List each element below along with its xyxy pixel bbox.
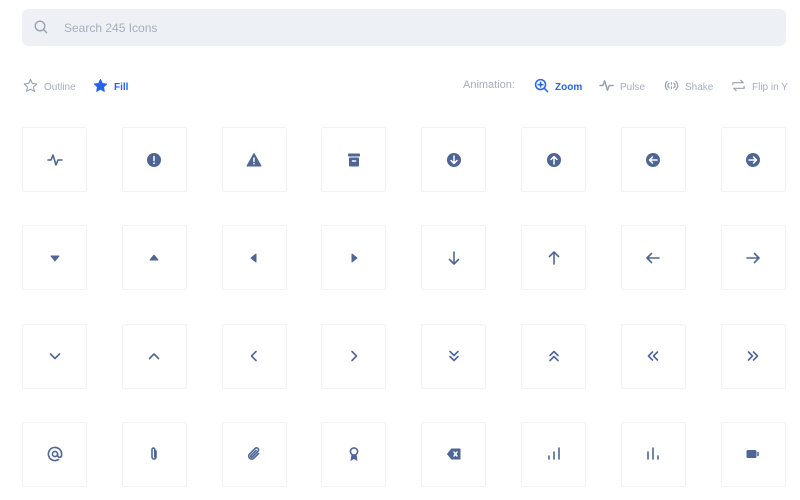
style-option-fill[interactable]: Fill (93, 78, 128, 96)
icon-tile-chevron-up[interactable] (122, 324, 187, 389)
icon-tile-chevrons-right[interactable] (721, 324, 786, 389)
arrow-left-fill-icon (246, 250, 262, 266)
icon-tile-arrow-left-fill[interactable] (222, 225, 287, 290)
activity-icon (599, 78, 614, 96)
icon-tile-award[interactable] (321, 422, 386, 487)
award-icon (346, 446, 362, 462)
flip-icon (731, 78, 746, 96)
arrow-left-icon (645, 250, 661, 266)
zoom-in-icon (534, 78, 549, 96)
animation-option-pulse[interactable]: Pulse (599, 78, 645, 96)
icon-tile-activity[interactable] (22, 127, 87, 192)
archive-icon (346, 152, 362, 168)
icon-tile-arrow-circle-down[interactable] (421, 127, 486, 192)
icon-tile-arrow-up-fill[interactable] (122, 225, 187, 290)
chevron-left-icon (246, 348, 262, 364)
video-icon (745, 446, 761, 462)
arrow-down-icon (446, 250, 462, 266)
arrow-circle-down-icon (446, 152, 462, 168)
icon-tile-alert-triangle[interactable] (222, 127, 287, 192)
arrow-down-fill-icon (47, 250, 63, 266)
arrow-circle-right-icon (745, 152, 761, 168)
icon-tile-chevrons-left[interactable] (621, 324, 686, 389)
icon-tile-archive[interactable] (321, 127, 386, 192)
star-outline-icon (23, 78, 38, 96)
icon-tile-arrow-circle-up[interactable] (521, 127, 586, 192)
arrow-right-icon (745, 250, 761, 266)
chevron-up-icon (146, 348, 162, 364)
icon-tile-video[interactable] (721, 422, 786, 487)
chevron-down-icon (47, 348, 63, 364)
icon-tile-arrow-right-fill[interactable] (321, 225, 386, 290)
icon-tile-chevron-down[interactable] (22, 324, 87, 389)
icon-tile-arrow-circle-right[interactable] (721, 127, 786, 192)
icon-tile-arrow-right[interactable] (721, 225, 786, 290)
animation-option-flip-in-y[interactable]: Flip in Y (731, 78, 788, 96)
chevron-right-icon (346, 348, 362, 364)
animation-option-label: Zoom (555, 82, 582, 93)
bar-chart-icon (546, 446, 562, 462)
search-icon (34, 20, 48, 34)
icon-tile-attach[interactable] (122, 422, 187, 487)
activity-icon (47, 152, 63, 168)
icon-tile-alert-circle[interactable] (122, 127, 187, 192)
chevrons-down-icon (446, 348, 462, 364)
arrow-circle-left-icon (645, 152, 661, 168)
search-input[interactable] (64, 9, 764, 46)
search-bar[interactable] (22, 9, 786, 46)
animation-option-label: Pulse (620, 82, 645, 93)
icon-tile-chevrons-down[interactable] (421, 324, 486, 389)
animation-label: Animation: (463, 79, 515, 91)
arrow-up-fill-icon (146, 250, 162, 266)
chevrons-right-icon (745, 348, 761, 364)
icon-tile-chevron-left[interactable] (222, 324, 287, 389)
shake-icon (664, 78, 679, 96)
animation-option-label: Flip in Y (752, 82, 788, 93)
style-option-label: Fill (114, 82, 128, 93)
animation-option-shake[interactable]: Shake (664, 78, 713, 96)
chevrons-up-icon (546, 348, 562, 364)
arrow-right-fill-icon (346, 250, 362, 266)
icon-tile-arrow-up[interactable] (521, 225, 586, 290)
icon-tile-attach-2[interactable] (222, 422, 287, 487)
arrow-circle-up-icon (546, 152, 562, 168)
chevrons-left-icon (645, 348, 661, 364)
attach-icon (146, 446, 162, 462)
icon-tile-bar-chart[interactable] (521, 422, 586, 487)
animation-option-label: Shake (685, 82, 713, 93)
icon-tile-at[interactable] (22, 422, 87, 487)
star-fill-icon (93, 78, 108, 96)
icon-tile-bar-chart-2[interactable] (621, 422, 686, 487)
attach-2-icon (246, 446, 262, 462)
icon-tile-arrow-left[interactable] (621, 225, 686, 290)
at-icon (47, 446, 63, 462)
icon-tile-chevron-right[interactable] (321, 324, 386, 389)
icon-tile-chevrons-up[interactable] (521, 324, 586, 389)
bar-chart-2-icon (645, 446, 661, 462)
style-option-outline[interactable]: Outline (23, 78, 76, 96)
icon-tile-backspace[interactable] (421, 422, 486, 487)
icon-tile-arrow-down-fill[interactable] (22, 225, 87, 290)
icon-tile-arrow-circle-left[interactable] (621, 127, 686, 192)
alert-circle-icon (146, 152, 162, 168)
alert-triangle-icon (246, 152, 262, 168)
icon-tile-arrow-down[interactable] (421, 225, 486, 290)
arrow-up-icon (546, 250, 562, 266)
animation-option-zoom[interactable]: Zoom (534, 78, 582, 96)
backspace-icon (446, 446, 462, 462)
style-option-label: Outline (44, 82, 76, 93)
